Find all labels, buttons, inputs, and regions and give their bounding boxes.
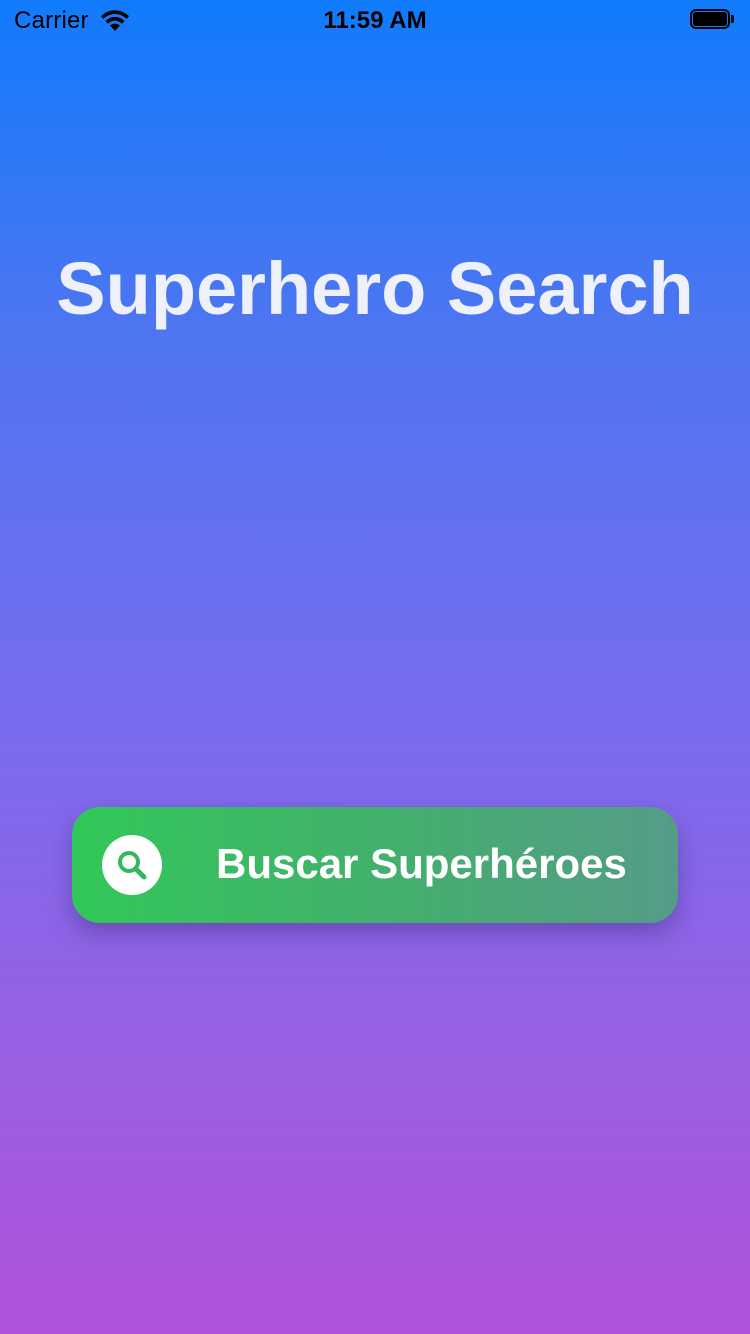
page-title: Superhero Search	[56, 247, 694, 330]
search-icon-badge	[102, 835, 162, 895]
status-bar: Carrier 11:59 AM	[0, 0, 750, 40]
battery-icon	[690, 9, 736, 31]
status-time: 11:59 AM	[323, 7, 427, 34]
search-superheroes-button[interactable]: Buscar Superhéroes	[72, 807, 678, 923]
search-button-label: Buscar Superhéroes	[216, 840, 627, 887]
app-screen: Carrier 11:59 AM Superhero Search Buscar…	[0, 0, 750, 1334]
search-icon	[118, 851, 147, 880]
